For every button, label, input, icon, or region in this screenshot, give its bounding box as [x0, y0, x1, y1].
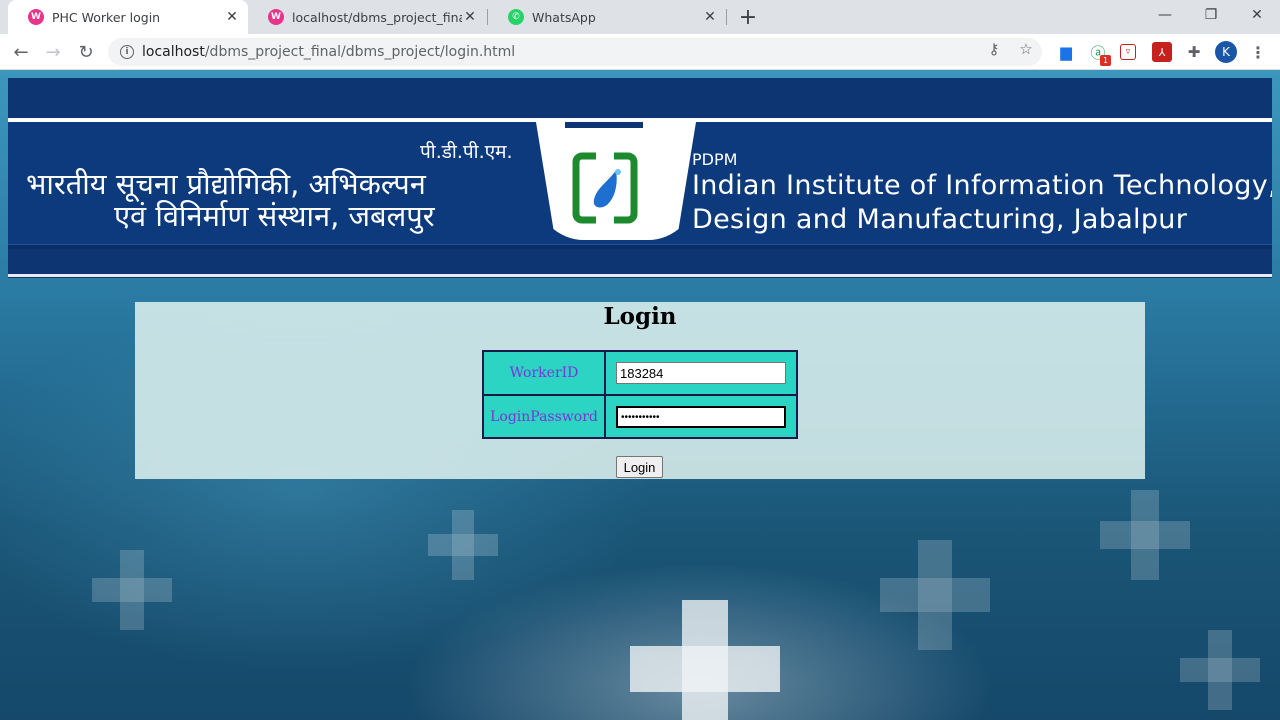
tab-title: localhost/dbms_project_final/Dat — [292, 9, 462, 25]
close-icon[interactable]: ✕ — [462, 9, 478, 25]
address-bar[interactable]: i localhost/dbms_project_final/dbms_proj… — [108, 38, 1042, 66]
minimize-button[interactable]: — — [1142, 0, 1188, 30]
login-form-table: WorkerID LoginPassword 183284 ••••••••••… — [482, 350, 798, 439]
browser-toolbar: ← → ↻ i localhost/dbms_project_final/dbm… — [0, 34, 1280, 70]
login-button[interactable]: Login — [616, 456, 663, 478]
close-icon[interactable]: ✕ — [702, 9, 718, 25]
whatsapp-icon: ✆ — [508, 9, 524, 25]
tab-title: WhatsApp — [532, 9, 596, 25]
hindi-name-line2: एवं विनिर्माण संस्थान, जबलपुर — [114, 199, 435, 233]
tab-whatsapp[interactable]: ✆ WhatsApp ✕ — [488, 0, 726, 34]
pdf-extension-icon[interactable]: ⅄ — [1152, 42, 1172, 62]
background-cross — [92, 550, 172, 630]
password-input[interactable]: ••••••••••• — [616, 406, 786, 428]
english-abbreviation: PDPM — [692, 150, 738, 169]
close-icon[interactable]: ✕ — [224, 9, 240, 25]
key-icon[interactable]: ⚷ — [985, 40, 1003, 58]
worker-id-label: WorkerID — [509, 365, 579, 381]
worker-id-input[interactable]: 183284 — [616, 362, 786, 384]
background-cross — [1180, 630, 1260, 710]
tab-localhost-data[interactable]: W localhost/dbms_project_final/Dat ✕ — [248, 0, 486, 34]
tab-divider — [726, 9, 727, 25]
profile-avatar[interactable]: K — [1215, 41, 1237, 63]
password-label: LoginPassword — [490, 408, 598, 425]
english-name-line2: Design and Manufacturing, Jabalpur — [692, 204, 1188, 235]
info-icon[interactable]: i — [120, 45, 134, 59]
login-panel: Login WorkerID LoginPassword 183284 ••••… — [135, 302, 1145, 479]
background-cross — [428, 510, 498, 580]
pocket-extension-icon[interactable]: ▿ — [1120, 44, 1136, 60]
app-icon: W — [268, 9, 284, 25]
back-button[interactable]: ← — [8, 39, 34, 65]
login-heading: Login — [603, 303, 677, 330]
star-icon[interactable]: ☆ — [1017, 40, 1035, 58]
institute-banner: पी.डी.पी.एम. भारतीय सूचना प्रौद्योगिकी, … — [8, 78, 1272, 278]
background-cross — [880, 540, 990, 650]
extension-badge: 1 — [1100, 55, 1111, 66]
tab-title: PHC Worker login — [52, 9, 161, 25]
forward-button[interactable]: → — [40, 39, 66, 65]
tab-strip: W PHC Worker login ✕ W localhost/dbms_pr… — [0, 0, 1280, 34]
new-tab-button[interactable]: + — [736, 5, 760, 30]
institute-logo-icon — [572, 152, 638, 224]
app-icon: W — [28, 9, 44, 25]
reload-button[interactable]: ↻ — [73, 39, 99, 65]
hindi-abbreviation: पी.डी.पी.एम. — [420, 141, 513, 163]
page-viewport: पी.डी.पी.एम. भारतीय सूचना प्रौद्योगिकी, … — [0, 70, 1280, 720]
english-name-line1: Indian Institute of Information Technolo… — [692, 170, 1272, 201]
tab-phc-worker-login[interactable]: W PHC Worker login ✕ — [8, 0, 248, 34]
background-cross — [630, 600, 780, 720]
puzzle-extensions-icon[interactable]: ✚ — [1184, 42, 1204, 62]
cast-extension-icon[interactable]: ▆ — [1056, 42, 1076, 62]
menu-kebab-icon[interactable]: ⋮ — [1250, 41, 1266, 63]
restore-button[interactable]: ❐ — [1188, 0, 1234, 30]
background-cross — [1100, 490, 1190, 580]
url-text: localhost/dbms_project_final/dbms_projec… — [142, 44, 516, 60]
close-window-button[interactable]: ✕ — [1234, 0, 1280, 30]
